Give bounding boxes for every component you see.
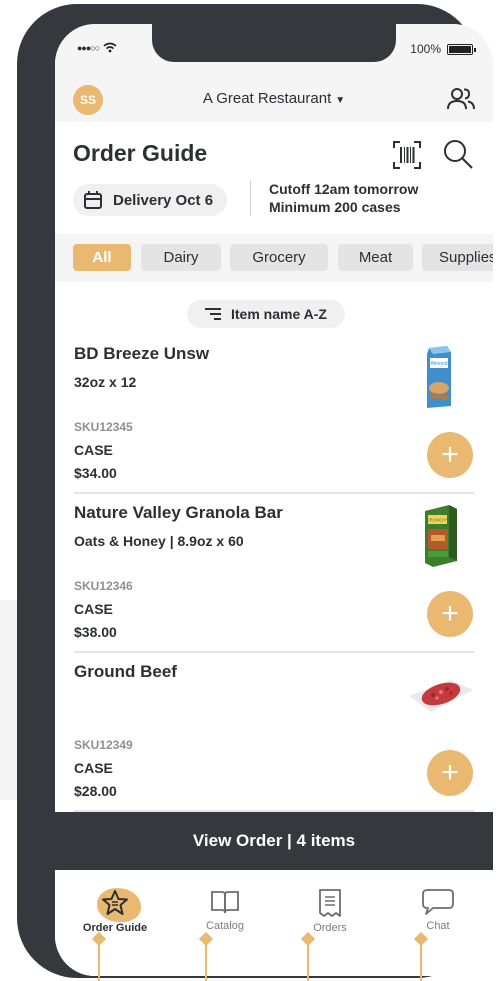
- list-item[interactable]: Ground Beef SKU12349 CASE $28.00 +: [55, 662, 493, 812]
- add-item-button[interactable]: +: [427, 591, 473, 637]
- item-sku: SKU12349: [74, 738, 133, 752]
- almond-milk-carton-image: Almond: [427, 346, 451, 408]
- list-item[interactable]: BD Breeze Unsw 32oz x 12 Almond SKU12345…: [55, 344, 493, 502]
- receipt-icon: [319, 889, 341, 917]
- tab-catalog[interactable]: Catalog: [185, 888, 265, 932]
- plus-icon: +: [441, 438, 459, 471]
- restaurant-selector[interactable]: A Great Restaurant ▼: [55, 90, 493, 107]
- add-item-button[interactable]: +: [427, 750, 473, 796]
- page-title: Order Guide: [73, 140, 208, 166]
- bottom-tab-bar: Order Guide Catalog Orders Chat: [55, 870, 493, 976]
- category-filter-bar: All Dairy Grocery Meat Supplies: [55, 234, 493, 282]
- divider: [250, 180, 251, 216]
- caret-down-icon: ▼: [335, 95, 346, 106]
- battery-icon: [447, 43, 476, 55]
- search-icon[interactable]: [442, 138, 474, 170]
- wifi-icon: [103, 42, 117, 53]
- tab-chat[interactable]: Chat: [398, 888, 478, 932]
- battery-percent: 100%: [410, 42, 441, 56]
- delivery-label: Delivery Oct 6: [113, 191, 214, 209]
- item-pack-size: Oats & Honey | 8.9oz x 60: [74, 533, 244, 549]
- sort-icon: [205, 308, 221, 320]
- item-divider: [74, 492, 474, 494]
- item-unit: CASE: [74, 760, 113, 776]
- tab-label: Order Guide: [82, 922, 148, 934]
- item-price: $38.00: [74, 624, 117, 640]
- signal-icon: ●●●○○: [77, 42, 100, 53]
- sort-button[interactable]: Item name A-Z: [187, 300, 345, 328]
- tab-label: Orders: [313, 922, 347, 934]
- item-price: $34.00: [74, 465, 117, 481]
- item-name: BD Breeze Unsw: [74, 344, 210, 363]
- calendar-icon: [84, 191, 102, 209]
- item-sku: SKU12345: [74, 420, 133, 434]
- tab-order-guide[interactable]: Order Guide: [75, 888, 155, 934]
- restaurant-name: A Great Restaurant: [202, 90, 332, 107]
- filter-chip-all[interactable]: All: [73, 244, 131, 271]
- cutoff-info: Cutoff 12am tomorrow Minimum 200 cases: [269, 180, 418, 216]
- order-guide-list: Item name A-Z BD Breeze Unsw 32oz x 12 A…: [55, 282, 493, 812]
- app-header: SS A Great Restaurant ▼: [55, 76, 493, 122]
- item-unit: CASE: [74, 601, 113, 617]
- phone-frame: ●●●○○ 100% SS A Great Restaurant ▼ Order…: [17, 4, 493, 978]
- star-icon: [102, 890, 128, 915]
- barcode-scan-icon[interactable]: [392, 140, 422, 170]
- phone-notch: [152, 24, 396, 62]
- minimum-order: Minimum 200 cases: [269, 199, 401, 215]
- item-unit: CASE: [74, 442, 113, 458]
- book-icon: [211, 891, 239, 914]
- battery-fill: [449, 45, 471, 53]
- title-area: Order Guide Delivery Oct 6 Cutoff 12am t…: [55, 122, 493, 234]
- item-name: Nature Valley Granola Bar: [74, 503, 283, 522]
- tab-orders[interactable]: Orders: [290, 888, 370, 934]
- filter-chip-supplies[interactable]: Supplies: [422, 244, 493, 271]
- chat-bubble-icon: [422, 889, 454, 915]
- item-divider: [74, 651, 474, 653]
- granola-box-image: CRUNCHY: [425, 505, 457, 567]
- svg-text:Almond: Almond: [431, 361, 448, 367]
- ground-beef-image: [409, 680, 473, 712]
- delivery-date-button[interactable]: Delivery Oct 6: [73, 184, 228, 216]
- filter-chip-grocery[interactable]: Grocery: [230, 244, 328, 271]
- plus-icon: +: [441, 597, 459, 630]
- filter-chip-dairy[interactable]: Dairy: [141, 244, 221, 271]
- plus-icon: +: [441, 756, 459, 789]
- add-item-button[interactable]: +: [427, 432, 473, 478]
- cutoff-time: Cutoff 12am tomorrow: [269, 181, 419, 197]
- item-sku: SKU12346: [74, 579, 133, 593]
- item-name: Ground Beef: [74, 662, 177, 681]
- view-order-button[interactable]: View Order | 4 items: [55, 812, 493, 870]
- list-item[interactable]: Nature Valley Granola Bar Oats & Honey |…: [55, 503, 493, 661]
- svg-text:CRUNCHY: CRUNCHY: [426, 518, 449, 523]
- item-price: $28.00: [74, 783, 117, 799]
- app-screen: ●●●○○ 100% SS A Great Restaurant ▼ Order…: [55, 24, 493, 976]
- item-pack-size: 32oz x 12: [74, 374, 137, 390]
- users-icon[interactable]: [446, 84, 476, 114]
- tab-label: Chat: [426, 920, 450, 932]
- tab-label: Catalog: [206, 920, 244, 932]
- filter-chip-meat[interactable]: Meat: [338, 244, 413, 271]
- sort-label: Item name A-Z: [231, 306, 327, 322]
